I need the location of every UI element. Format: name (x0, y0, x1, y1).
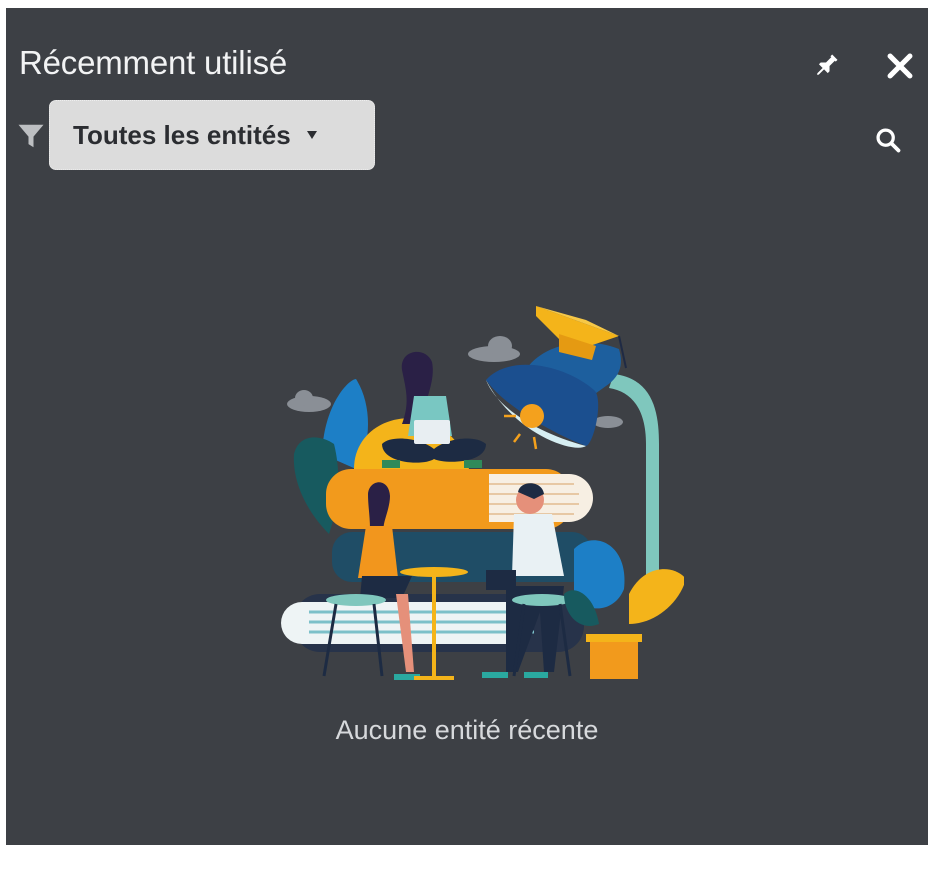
recent-items-panel: Récemment utilisé Toutes les entités Auc… (6, 8, 928, 845)
dropdown-label: Toutes les entités (73, 119, 291, 150)
search-icon (876, 128, 901, 153)
search-button[interactable] (868, 120, 908, 160)
entity-filter-dropdown[interactable]: Toutes les entités (49, 100, 375, 170)
pin-button[interactable] (806, 46, 846, 86)
close-button[interactable] (878, 44, 922, 88)
close-icon (887, 53, 913, 79)
empty-state-illustration (281, 306, 684, 680)
caret-down-icon (306, 131, 317, 139)
empty-state-message: Aucune entité récente (335, 715, 599, 745)
panel-title: Récemment utilisé (19, 44, 288, 81)
filter-icon (18, 124, 44, 148)
pin-icon (817, 54, 838, 75)
screen: Récemment utilisé Toutes les entités Auc… (0, 0, 934, 870)
